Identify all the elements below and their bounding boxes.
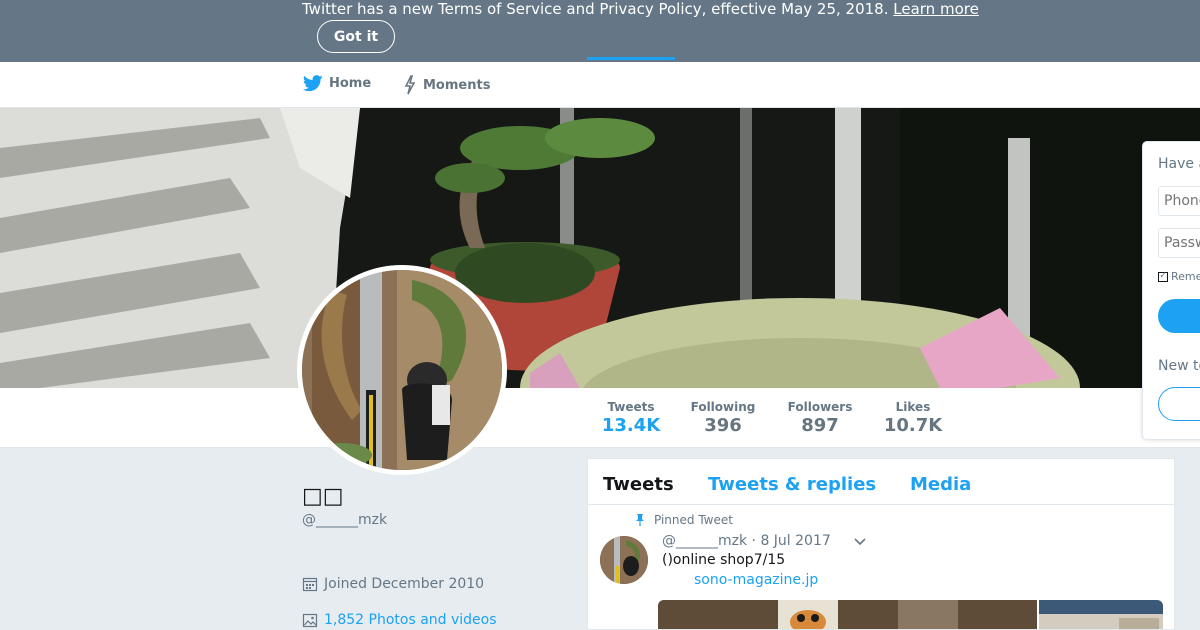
profile-handle: @______mzk [302,512,388,528]
stat-tweets-label: Tweets [607,400,655,414]
got-it-button[interactable]: Got it [317,20,395,53]
stat-following[interactable]: Following 396 [689,400,757,436]
pinned-tweet[interactable]: Pinned Tweet @______mzk · 8 Jul 2017 ()o… [588,505,1174,629]
profile-display-name: □□ [302,484,344,509]
stat-followers-label: Followers [787,400,853,414]
stat-following-label: Following [690,400,756,414]
password-input[interactable] [1158,228,1200,258]
stat-followers[interactable]: Followers 897 [786,400,854,436]
nav-home[interactable]: Home [303,75,371,92]
login-title: Have a [1158,156,1200,172]
top-nav: Home Moments [0,62,1200,108]
pinned-tweet-label: Pinned Tweet [654,513,733,527]
tab-tweets[interactable]: Tweets [603,474,674,495]
tweet-avatar-image [600,536,648,584]
tweet-date[interactable]: · 8 Jul 2017 [752,533,831,549]
pinned-tweet-context: Pinned Tweet [634,513,733,527]
terms-banner: Twitter has a new Terms of Service and P… [0,0,1200,62]
tweet-media-1[interactable] [658,600,1037,629]
stat-likes-value: 10.7K [883,415,943,436]
remember-me-label: Remer [1171,270,1200,283]
tab-tweets-and-replies[interactable]: Tweets & replies [708,474,876,495]
tweet-media-2-image [1039,600,1163,629]
active-stat-underline [587,57,675,60]
chevron-down-icon[interactable] [854,538,866,546]
phone-email-input[interactable] [1158,186,1200,216]
avatar-image [302,270,502,470]
photos-and-videos-link[interactable]: 1,852 Photos and videos [302,612,497,628]
terms-banner-message: Twitter has a new Terms of Service and P… [302,0,889,18]
profile-joined-row: Joined December 2010 [302,576,484,592]
timeline: Tweets Tweets & replies Media Pinned Twe… [587,458,1175,630]
log-in-button[interactable] [1158,299,1200,333]
tweet-text: ()online shop7/15 [662,552,786,568]
tweet-media-2[interactable] [1039,600,1163,629]
stat-tweets[interactable]: Tweets 13.4K [601,400,661,436]
stat-likes-label: Likes [895,400,931,414]
profile-avatar[interactable] [297,265,507,475]
tweet-author-avatar[interactable] [600,536,648,584]
nav-moments[interactable]: Moments [403,75,490,95]
remember-me-checkbox[interactable]: ✓ [1158,271,1168,282]
tweet-media-1-image [658,600,1037,629]
stat-tweets-value: 13.4K [601,415,661,436]
tweet-meta: @______mzk · 8 Jul 2017 [662,533,831,549]
profile-header-photo[interactable] [0,108,1200,388]
tweet-link[interactable]: sono-magazine.jp [694,572,818,588]
calendar-icon [302,577,318,592]
nav-moments-label: Moments [423,77,491,93]
sign-up-button[interactable] [1158,387,1200,421]
remember-me-row[interactable]: ✓ Remer [1158,270,1200,283]
terms-banner-text-row: Twitter has a new Terms of Service and P… [302,0,979,18]
stat-likes[interactable]: Likes 10.7K [883,400,943,436]
timeline-tabs: Tweets Tweets & replies Media [588,459,1174,505]
twitter-bird-icon [303,75,323,92]
pin-icon [636,514,644,526]
new-to-twitter-label: New to [1158,358,1200,374]
header-photo-image [0,108,1200,388]
profile-joined-text: Joined December 2010 [324,576,485,592]
stat-following-value: 396 [704,415,742,436]
photos-and-videos-label: 1,852 Photos and videos [324,612,497,628]
login-box: Have a ✓ Remer New to [1142,141,1200,440]
image-icon [302,613,318,628]
stat-followers-value: 897 [801,415,839,436]
tab-media[interactable]: Media [910,474,971,495]
learn-more-link[interactable]: Learn more [893,0,979,18]
nav-home-label: Home [329,76,372,91]
tweet-author-handle[interactable]: @______mzk [662,533,747,549]
profile-stats-bar: Tweets 13.4K Following 396 Followers 897… [0,388,1200,448]
lightning-icon [404,75,416,95]
